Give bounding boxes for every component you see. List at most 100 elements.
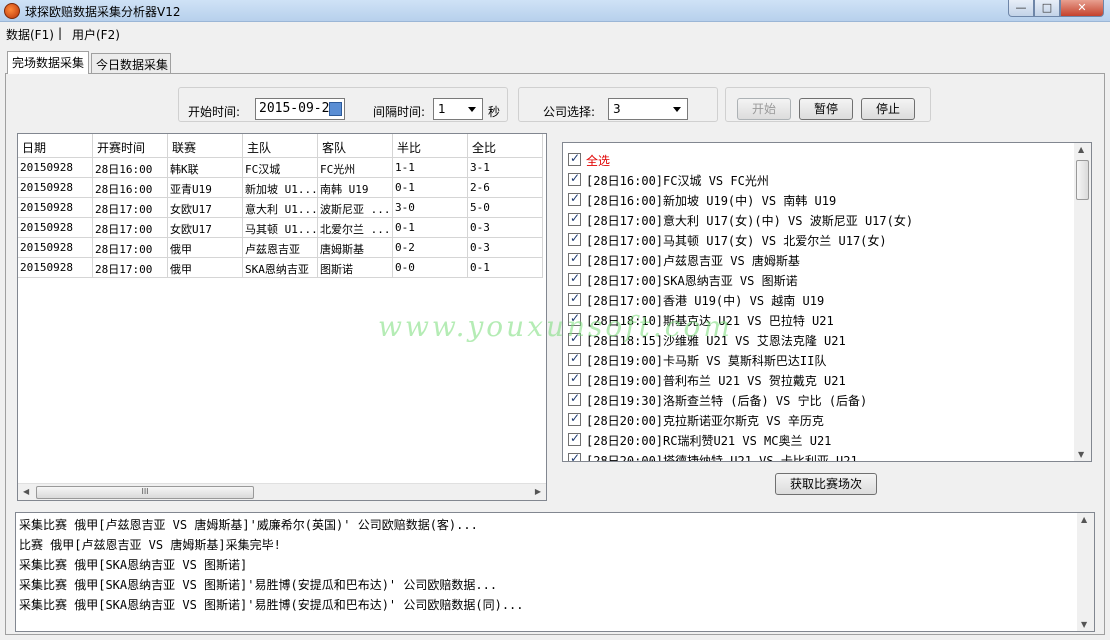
checkbox-checked-icon[interactable] — [568, 191, 581, 206]
table-cell: SKA恩纳吉亚 — [243, 258, 318, 278]
table-row[interactable]: 20150928 28日17:00 俄甲 卢兹恩吉亚 唐姆斯基 0-2 0-3 — [18, 238, 546, 258]
table-row[interactable]: 20150928 28日17:00 女欧U17 马其顿 U1... 北爱尔兰 ... 0-… — [18, 218, 546, 238]
column-header[interactable]: 日期 — [18, 134, 93, 158]
scroll-down-icon[interactable]: ▼ — [1078, 450, 1084, 459]
scroll-thumb[interactable] — [1076, 160, 1089, 200]
column-header[interactable]: 全比 — [468, 134, 543, 158]
table-cell: 28日17:00 — [93, 258, 168, 278]
checkbox-checked-icon[interactable] — [568, 151, 581, 166]
checklist-vertical-scrollbar[interactable]: ▲ ▼ — [1074, 143, 1091, 461]
company-select[interactable]: 3 — [608, 98, 688, 120]
start-date-picker[interactable]: 2015-09-28 — [255, 98, 345, 120]
interval-label: 间隔时间: — [373, 105, 426, 119]
checkbox-checked-icon[interactable] — [568, 451, 581, 461]
column-header[interactable]: 主队 — [243, 134, 318, 158]
table-cell: 28日17:00 — [93, 238, 168, 258]
table-cell: 0-3 — [468, 218, 543, 238]
log-line: 采集比赛 俄甲[SKA恩纳吉亚 VS 图斯诺]'易胜博(安提瓜和巴布达)' 公司… — [19, 598, 524, 612]
table-cell: 20150928 — [18, 178, 93, 198]
maximize-button[interactable]: □ — [1034, 0, 1060, 17]
checkbox-checked-icon[interactable] — [568, 171, 581, 186]
close-button[interactable]: ✕ — [1060, 0, 1104, 17]
table-cell: 20150928 — [18, 158, 93, 178]
log-output[interactable]: 采集比赛 俄甲[卢兹恩吉亚 VS 唐姆斯基]'威廉希尔(英国)' 公司欧赔数据(… — [15, 512, 1095, 632]
checkbox-checked-icon[interactable] — [568, 291, 581, 306]
table-cell: 女欧U17 — [168, 218, 243, 238]
column-header[interactable]: 开赛时间 — [93, 134, 168, 158]
menu-user[interactable]: 用户(F2) — [72, 26, 120, 43]
table-cell: 3-1 — [468, 158, 543, 178]
checkbox-checked-icon[interactable] — [568, 231, 581, 246]
stop-button[interactable]: 停止 — [861, 98, 915, 120]
log-vertical-scrollbar[interactable]: ▲ ▼ — [1077, 513, 1094, 631]
table-cell: 韩K联 — [168, 158, 243, 178]
checkbox-checked-icon[interactable] — [568, 431, 581, 446]
table-cell: 20150928 — [18, 238, 93, 258]
table-row[interactable]: 20150928 28日17:00 女欧U17 意大利 U1... 波斯尼亚 ... 3-… — [18, 198, 546, 218]
column-header[interactable]: 客队 — [318, 134, 393, 158]
match-label: [28日16:00]新加坡 U19(中) VS 南韩 U19 — [586, 194, 837, 208]
table-cell: 新加坡 U1... — [243, 178, 318, 198]
checkbox-checked-icon[interactable] — [568, 371, 581, 386]
checkbox-checked-icon[interactable] — [568, 411, 581, 426]
table-cell: 20150928 — [18, 198, 93, 218]
calendar-icon[interactable] — [329, 102, 342, 116]
table-row[interactable]: 20150928 28日16:00 亚青U19 新加坡 U1... 南韩 U19 0-1 2… — [18, 178, 546, 198]
table-cell: 0-2 — [393, 238, 468, 258]
pause-button[interactable]: 暂停 — [799, 98, 853, 120]
table-cell: 5-0 — [468, 198, 543, 218]
grid-header: 日期 开赛时间 联赛 主队 客队 半比 全比 — [18, 134, 546, 158]
table-cell: 28日16:00 — [93, 178, 168, 198]
company-label: 公司选择: — [543, 105, 596, 119]
table-cell: 28日17:00 — [93, 198, 168, 218]
table-cell: 图斯诺 — [318, 258, 393, 278]
checkbox-checked-icon[interactable] — [568, 391, 581, 406]
company-value: 3 — [613, 102, 621, 116]
table-row[interactable]: 20150928 28日17:00 俄甲 SKA恩纳吉亚 图斯诺 0-0 0-1 — [18, 258, 546, 278]
column-header[interactable]: 联赛 — [168, 134, 243, 158]
table-cell: 3-0 — [393, 198, 468, 218]
start-button[interactable]: 开始 — [737, 98, 791, 120]
checkbox-checked-icon[interactable] — [568, 211, 581, 226]
tab-finished-collection[interactable]: 完场数据采集 — [7, 51, 89, 74]
table-cell: 北爱尔兰 ... — [318, 218, 393, 238]
table-cell: 0-3 — [468, 238, 543, 258]
tab-today-collection[interactable]: 今日数据采集 — [91, 53, 171, 73]
menu-data[interactable]: 数据(F1) — [6, 26, 54, 43]
interval-select[interactable]: 1 — [433, 98, 483, 120]
scroll-thumb[interactable]: III — [36, 486, 254, 499]
table-cell: 唐姆斯基 — [318, 238, 393, 258]
match-checklist[interactable]: 全选 [28日16:00]FC汉城 VS FC光州 [28日16:00]新加坡 U… — [562, 142, 1092, 462]
table-cell: 0-0 — [393, 258, 468, 278]
table-row[interactable]: 20150928 28日16:00 韩K联 FC汉城 FC光州 1-1 3-1 — [18, 158, 546, 178]
window-title: 球探欧赔数据采集分析器V12 — [25, 5, 181, 19]
match-label: [28日17:00]卢兹恩吉亚 VS 唐姆斯基 — [586, 254, 800, 268]
match-label: [28日17:00]SKA恩纳吉亚 VS 图斯诺 — [586, 274, 798, 288]
interval-unit: 秒 — [488, 105, 501, 119]
table-cell: 俄甲 — [168, 238, 243, 258]
match-label: [28日17:00]香港 U19(中) VS 越南 U19 — [586, 294, 825, 308]
checkbox-checked-icon[interactable] — [568, 251, 581, 266]
select-all-label: 全选 — [586, 154, 611, 168]
column-header[interactable]: 半比 — [393, 134, 468, 158]
title-bar[interactable]: 球探欧赔数据采集分析器V12 — □ ✕ — [0, 0, 1110, 22]
scroll-right-icon[interactable]: ▶ — [535, 487, 541, 496]
menu-separator: | — [58, 26, 63, 40]
checkbox-checked-icon[interactable] — [568, 271, 581, 286]
scroll-up-icon[interactable]: ▲ — [1078, 145, 1084, 154]
table-cell: 28日17:00 — [93, 218, 168, 238]
watermark: www.youxunsoft.com — [378, 310, 733, 343]
match-label: [28日19:30]洛斯查兰特 (后备) VS 宁比 (后备) — [586, 394, 868, 408]
scroll-up-icon[interactable]: ▲ — [1081, 515, 1087, 524]
scroll-left-icon[interactable]: ◀ — [23, 487, 29, 496]
table-cell: 俄甲 — [168, 258, 243, 278]
get-matches-button[interactable]: 获取比赛场次 — [775, 473, 877, 495]
table-cell: 20150928 — [18, 218, 93, 238]
chevron-down-icon — [673, 107, 681, 112]
minimize-button[interactable]: — — [1008, 0, 1034, 17]
grid-horizontal-scrollbar[interactable]: ◀ III ▶ — [18, 483, 546, 500]
checkbox-checked-icon[interactable] — [568, 351, 581, 366]
scroll-down-icon[interactable]: ▼ — [1081, 620, 1087, 629]
match-label: [28日19:00]普利布兰 U21 VS 贺拉戴克 U21 — [586, 374, 846, 388]
match-label: [28日20:00]塔德捷纳特 U21 VS 卡比利亚 U21 — [586, 454, 858, 462]
